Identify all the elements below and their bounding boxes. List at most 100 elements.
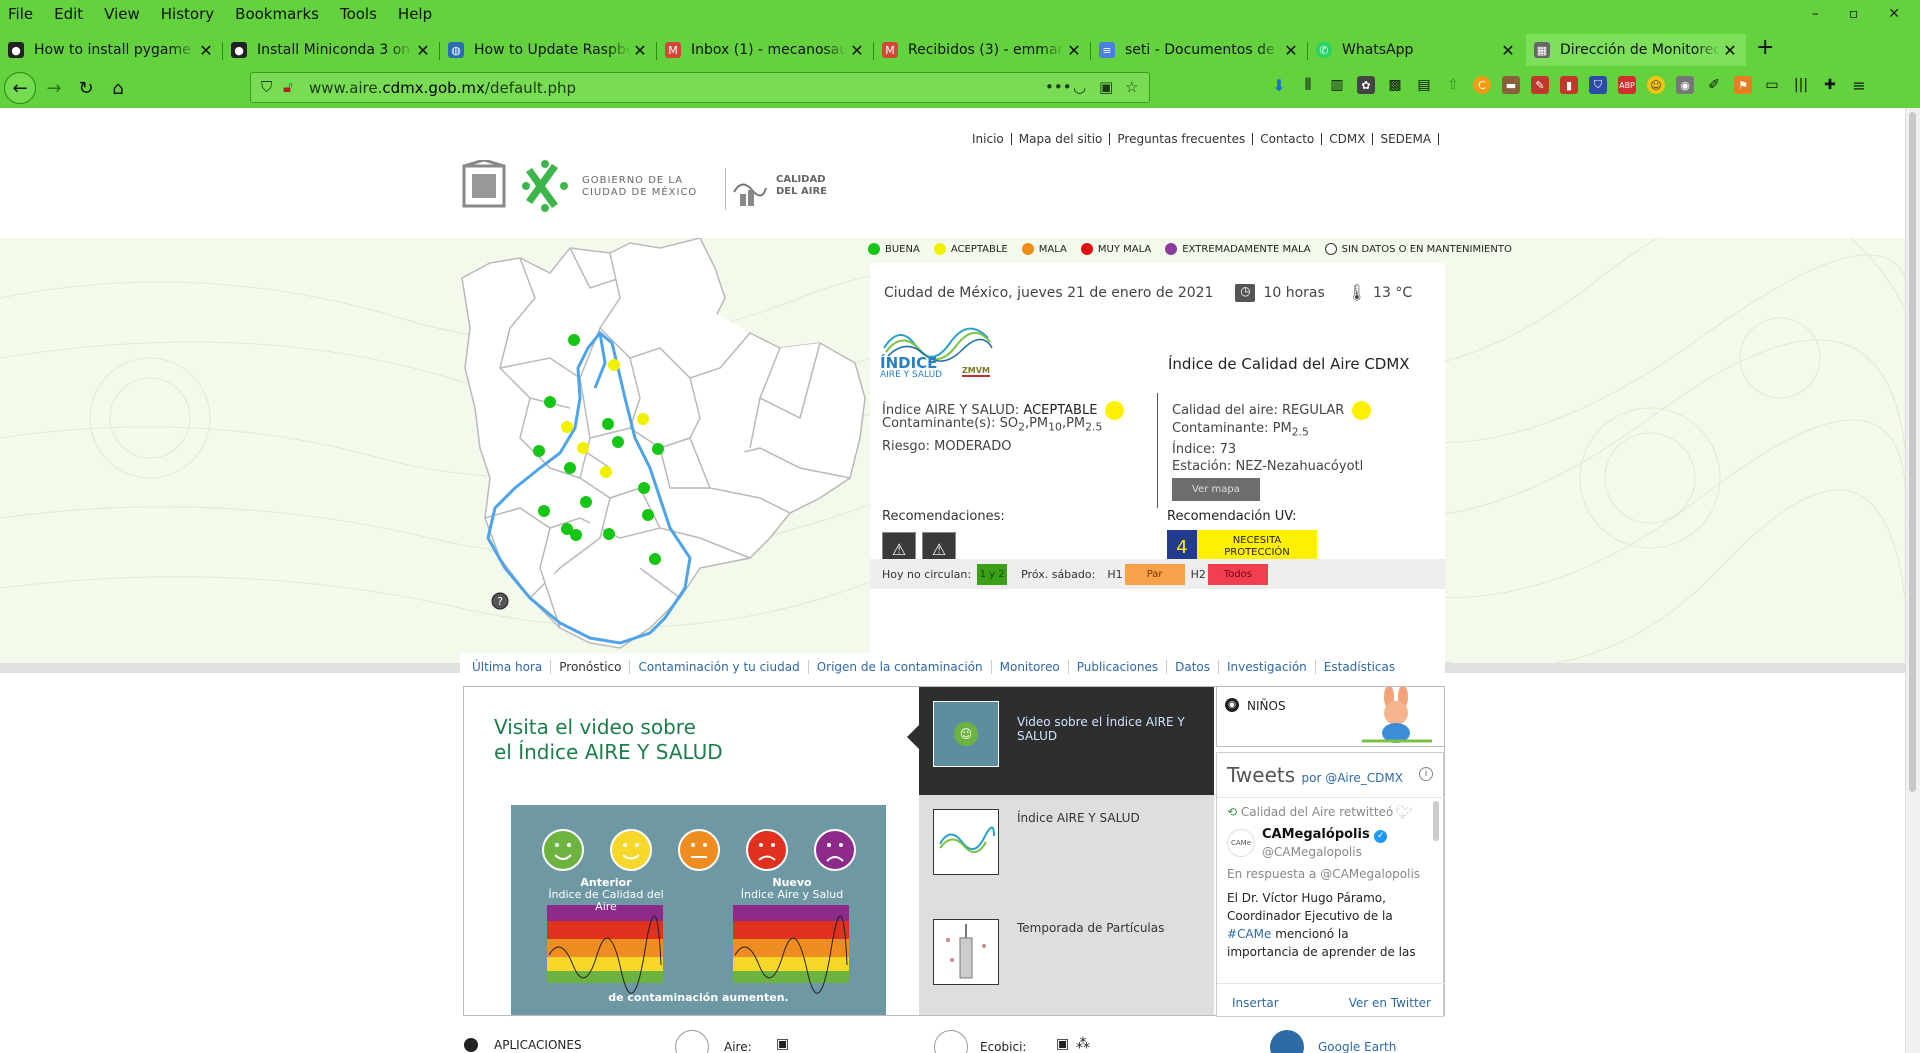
nav-datos[interactable]: Datos — [1167, 660, 1219, 674]
tab-raspberry[interactable]: ◍ How to Update Raspber ✕ — [440, 34, 656, 66]
link-inicio[interactable]: Inicio — [972, 133, 1012, 145]
link-cdmx[interactable]: CDMX — [1322, 133, 1374, 145]
aire-app-icon[interactable] — [675, 1030, 709, 1053]
nav-investigacion[interactable]: Investigación — [1219, 660, 1316, 674]
nav-contaminacion-ciudad[interactable]: Contaminación y tu ciudad — [630, 660, 809, 674]
close-tab-icon[interactable]: ✕ — [1281, 41, 1301, 60]
menu-edit[interactable]: Edit — [54, 5, 83, 23]
menu-file[interactable]: File — [8, 5, 33, 23]
tweet-hashtag[interactable]: #CAMe — [1227, 927, 1271, 941]
tab-inbox[interactable]: M Inbox (1) - mecanosaur ✕ — [657, 34, 873, 66]
close-tab-icon[interactable]: ✕ — [1720, 41, 1740, 60]
tab-recibidos[interactable]: M Recibidos (3) - emmanu ✕ — [874, 34, 1090, 66]
close-window-icon[interactable]: ✕ — [1888, 6, 1900, 22]
station-marker[interactable] — [570, 529, 582, 541]
tab-miniconda[interactable]: ● Install Miniconda 3 on R ✕ — [223, 34, 439, 66]
station-marker[interactable] — [637, 413, 649, 425]
blackberry-icon[interactable]: ⁂ — [1076, 1036, 1090, 1052]
tab-seti-docs[interactable]: ≡ seti - Documentos de G ✕ — [1091, 34, 1307, 66]
extension-box-icon[interactable]: ▬ — [1502, 76, 1520, 94]
station-marker[interactable] — [600, 466, 612, 478]
ver-mapa-button[interactable]: Ver mapa — [1172, 477, 1260, 501]
url-text[interactable]: www.aire.cdmx.gob.mx/default.php — [309, 79, 576, 97]
station-marker[interactable] — [561, 421, 573, 433]
tweet-reply-to[interactable]: En respuesta a @CAMegalopolis — [1227, 867, 1420, 881]
more-actions-icon[interactable]: ••• — [1045, 78, 1072, 96]
extension-flag-icon[interactable]: ⚑ — [1734, 76, 1752, 94]
insertar-link[interactable]: Insertar — [1232, 996, 1279, 1010]
menu-help[interactable]: Help — [398, 5, 432, 23]
new-tab-button[interactable]: + — [1756, 35, 1774, 60]
station-marker[interactable] — [533, 445, 545, 457]
home-button[interactable]: ⌂ — [104, 74, 132, 102]
tab-pygame[interactable]: ● How to install pygame 2 ✕ — [0, 34, 222, 66]
extension-c-icon[interactable]: C — [1473, 76, 1491, 94]
menu-view[interactable]: View — [104, 5, 140, 23]
nav-monitoreo[interactable]: Monitoreo — [992, 660, 1069, 674]
link-contacto[interactable]: Contacto — [1253, 133, 1323, 145]
tweets-scrollbar[interactable] — [1433, 801, 1439, 841]
nav-pronostico[interactable]: Pronóstico — [551, 660, 631, 674]
ecobici-app-icon[interactable] — [934, 1030, 968, 1053]
link-sedema[interactable]: SEDEMA — [1373, 133, 1440, 145]
station-marker[interactable] — [602, 418, 614, 430]
cdmx-map-svg[interactable]: ? — [460, 237, 870, 658]
link-preguntas[interactable]: Preguntas frecuentes — [1110, 133, 1254, 145]
sidebar-icon[interactable]: ▥ — [1328, 76, 1346, 94]
tab-whatsapp[interactable]: ✆ WhatsApp ✕ — [1308, 34, 1524, 66]
ninos-section[interactable]: ◉ NIÑOS — [1216, 687, 1444, 747]
android-icon[interactable]: ▣ — [776, 1036, 789, 1052]
emoji-icon[interactable]: ☺ — [1647, 76, 1665, 94]
station-marker[interactable] — [564, 462, 576, 474]
screenshot-icon[interactable]: ▩ — [1386, 76, 1404, 94]
edit-icon[interactable]: ✐ — [1705, 76, 1723, 94]
nav-origen-contaminacion[interactable]: Origen de la contaminación — [809, 660, 992, 674]
extension-gift-icon[interactable]: ▮ — [1560, 76, 1578, 94]
google-earth-icon[interactable] — [1270, 1030, 1304, 1053]
close-tab-icon[interactable]: ✕ — [413, 41, 433, 60]
url-bar[interactable]: ⛉ 🔓︎ www.aire.cdmx.gob.mx/default.php ••… — [250, 72, 1150, 103]
barcode-icon[interactable]: ||| — [1792, 76, 1810, 94]
download-icon[interactable]: ⬇ — [1270, 76, 1288, 95]
shield-icon[interactable]: ⛉ — [261, 78, 272, 96]
upload-icon[interactable]: ⇧ — [1444, 76, 1462, 94]
android-icon[interactable]: ▣ — [1056, 1036, 1069, 1052]
ver-en-twitter-link[interactable]: Ver en Twitter — [1349, 996, 1431, 1010]
menu-history[interactable]: History — [161, 5, 214, 23]
twitter-bird-icon[interactable]: 🐦︎ — [1395, 805, 1413, 821]
extensions-puzzle-icon[interactable]: ✚ — [1821, 76, 1839, 94]
close-tab-icon[interactable]: ✕ — [1064, 41, 1084, 60]
station-marker[interactable] — [603, 528, 615, 540]
station-marker[interactable] — [638, 482, 650, 494]
library-icon[interactable]: ⫴ — [1299, 75, 1317, 94]
station-marker[interactable] — [652, 443, 664, 455]
station-marker[interactable] — [612, 436, 624, 448]
station-marker[interactable] — [538, 505, 550, 517]
station-marker[interactable] — [577, 442, 589, 454]
nav-ultima-hora[interactable]: Última hora — [472, 660, 552, 674]
back-button[interactable]: ← — [4, 72, 36, 104]
tab-direccion-monitoreo[interactable]: ▦ Dirección de Monitoreo ✕ — [1526, 34, 1746, 66]
cdmx-logo-icon[interactable] — [520, 158, 570, 214]
forward-button[interactable]: → — [40, 74, 68, 102]
extension-pdf-icon[interactable]: ✎ — [1531, 76, 1549, 94]
pocket-icon[interactable]: ◡ — [1073, 78, 1086, 96]
reader-icon[interactable]: ▤ — [1415, 76, 1433, 94]
page-scrollbar-thumb[interactable] — [1909, 112, 1916, 792]
google-earth-link[interactable]: Google Earth — [1318, 1040, 1396, 1053]
station-marker[interactable] — [580, 496, 592, 508]
video-item-indice[interactable]: Índice AIRE Y SALUD — [919, 795, 1214, 903]
bookmark-star-icon[interactable]: ☆ — [1125, 78, 1138, 96]
minimize-icon[interactable]: – — [1812, 6, 1819, 22]
save-icon[interactable]: ▣ — [1099, 78, 1113, 96]
close-tab-icon[interactable]: ✕ — [196, 41, 216, 60]
avatar[interactable]: CAMe — [1227, 829, 1255, 857]
hamburger-menu-icon[interactable]: ≡ — [1850, 76, 1868, 95]
monitoring-map[interactable]: ? — [460, 237, 870, 658]
close-tab-icon[interactable]: ✕ — [847, 41, 867, 60]
insecure-lock-icon[interactable]: 🔓︎ — [283, 78, 293, 96]
camera-icon[interactable]: ◉ — [1676, 76, 1694, 94]
station-marker[interactable] — [544, 396, 556, 408]
link-mapa-sitio[interactable]: Mapa del sitio — [1012, 133, 1111, 145]
nav-estadisticas[interactable]: Estadísticas — [1316, 660, 1403, 674]
